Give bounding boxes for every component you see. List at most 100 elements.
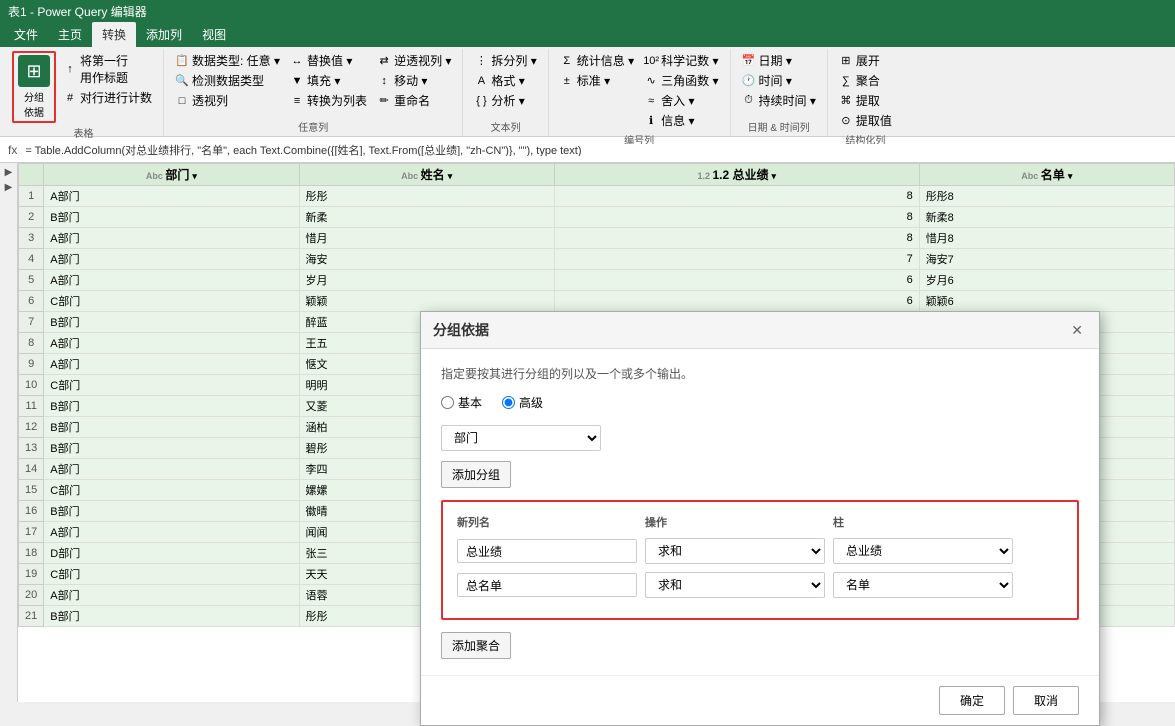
btn-parse[interactable]: { } 分析 ▾	[471, 91, 539, 110]
ribbon-col-datetime: 📅 日期 ▾ 🕐 时间 ▾ ⏱ 持续时间 ▾	[739, 51, 819, 110]
btn-fill[interactable]: ▼ 填充 ▾	[287, 71, 370, 90]
agg-newname-1[interactable]	[457, 539, 637, 563]
tab-transform[interactable]: 转换	[92, 22, 136, 47]
btn-splitcol[interactable]: ⋮ 拆分列 ▾	[471, 51, 539, 70]
agg-col-2[interactable]: 名单	[833, 572, 1013, 598]
btn-rename[interactable]: ✏ 重命名	[374, 91, 454, 110]
btn-trig-label: 三角函数 ▾	[661, 72, 718, 89]
sidebar-arrow-up[interactable]: ▶	[5, 167, 13, 178]
cell-name: 惜月	[299, 228, 554, 249]
btn-rowcount[interactable]: # 对行进行计数	[60, 88, 155, 107]
btn-move[interactable]: ↕ 移动 ▾	[374, 71, 454, 90]
sidebar-arrow-down[interactable]: ▶	[5, 182, 13, 193]
btn-round[interactable]: ≈ 舍入 ▾	[641, 91, 721, 110]
btn-groupby[interactable]: ⊞ 分组依据	[12, 51, 56, 123]
add-group-button[interactable]: 添加分组	[441, 461, 511, 488]
ribbon-col-text: ⋮ 拆分列 ▾ A 格式 ▾ { } 分析 ▾	[471, 51, 539, 110]
cell-name: 彤彤	[299, 186, 554, 207]
ribbon-col-any1: 📋 数据类型: 任意 ▾ 🔍 检测数据类型 □ 透视列	[172, 51, 283, 110]
col-list[interactable]: Abc 名单 ▾	[919, 164, 1174, 186]
cell-score: 6	[554, 270, 919, 291]
table-row: 4A部门海安7海安7	[19, 249, 1175, 270]
groupby-field-select[interactable]: 部门	[441, 425, 601, 451]
btn-parse-label: 分析 ▾	[491, 92, 524, 109]
groupby-field-row: 部门	[441, 425, 1079, 451]
col-filter-name[interactable]: ▾	[448, 171, 453, 181]
radio-basic[interactable]: 基本	[441, 394, 482, 411]
row-num-cell: 21	[19, 606, 44, 627]
btn-standard[interactable]: ± 标准 ▾	[557, 71, 637, 90]
cell-dept: B部门	[44, 312, 299, 333]
agg-op-2[interactable]: 求和	[645, 572, 825, 598]
cell-name: 新柔	[299, 207, 554, 228]
radio-advanced[interactable]: 高级	[502, 394, 543, 411]
tab-addcol[interactable]: 添加列	[136, 22, 192, 47]
datatype-icon: 📋	[175, 54, 189, 68]
btn-info[interactable]: ℹ 信息 ▾	[641, 111, 721, 130]
extract-icon: ⌘	[839, 94, 853, 108]
cell-name: 颖颖	[299, 291, 554, 312]
btn-tolist[interactable]: □ 透视列	[172, 91, 283, 110]
btn-extract[interactable]: ⌘ 提取	[836, 91, 895, 110]
formula-input[interactable]	[25, 144, 1171, 156]
btn-datatype[interactable]: 📋 数据类型: 任意 ▾	[172, 51, 283, 70]
cell-dept: A部门	[44, 459, 299, 480]
btn-scientific-label: 科学记数 ▾	[661, 52, 718, 69]
btn-replace-label: 替换值 ▾	[307, 52, 352, 69]
btn-extractval[interactable]: ⊙ 提取值	[836, 111, 895, 130]
ribbon-group-struct: ⊞ 展开 ∑ 聚合 ⌘ 提取 ⊙ 提取值 结构化列	[828, 49, 903, 136]
agg-col-1[interactable]: 总业绩	[833, 538, 1013, 564]
col-total[interactable]: 1.2 1.2 总业绩 ▾	[554, 164, 919, 186]
agg-op-1[interactable]: 求和	[645, 538, 825, 564]
col-filter-dept[interactable]: ▾	[192, 171, 197, 181]
duration-icon: ⏱	[742, 94, 756, 108]
ribbon-body: ⊞ 分组依据 ↑ 将第一行用作标题 # 对行进行计数 表格 📋 数据	[0, 47, 1175, 137]
btn-trig[interactable]: ∿ 三角函数 ▾	[641, 71, 721, 90]
dialog-close-button[interactable]: ✕	[1067, 322, 1087, 339]
ribbon-group-content-datetime: 📅 日期 ▾ 🕐 时间 ▾ ⏱ 持续时间 ▾	[739, 51, 819, 117]
row-num-cell: 12	[19, 417, 44, 438]
btn-scientific[interactable]: 10² 科学记数 ▾	[641, 51, 721, 70]
row-num-cell: 15	[19, 480, 44, 501]
tab-home[interactable]: 主页	[48, 22, 92, 47]
btn-expand[interactable]: ⊞ 展开	[836, 51, 895, 70]
tab-file[interactable]: 文件	[4, 22, 48, 47]
btn-date[interactable]: 📅 日期 ▾	[739, 51, 819, 70]
btn-detecttype[interactable]: 🔍 检测数据类型	[172, 71, 283, 90]
col-name[interactable]: Abc 姓名 ▾	[299, 164, 554, 186]
agg-newname-2[interactable]	[457, 573, 637, 597]
col-filter-list[interactable]: ▾	[1068, 171, 1073, 181]
btn-replace[interactable]: ↔ 替换值 ▾	[287, 51, 370, 70]
cell-name: 岁月	[299, 270, 554, 291]
btn-move-label: 移动 ▾	[394, 72, 427, 89]
ribbon-group-table: ⊞ 分组依据 ↑ 将第一行用作标题 # 对行进行计数 表格	[4, 49, 164, 136]
unpivot-icon: ⇄	[377, 54, 391, 68]
cell-dept: A部门	[44, 186, 299, 207]
btn-tolisttransform[interactable]: ≡ 转换为列表	[287, 91, 370, 110]
tab-view[interactable]: 视图	[192, 22, 236, 47]
btn-unpivot[interactable]: ⇄ 逆透视列 ▾	[374, 51, 454, 70]
btn-aggregate[interactable]: ∑ 聚合	[836, 71, 895, 90]
btn-tolisttransform-label: 转换为列表	[307, 92, 367, 109]
replace-icon: ↔	[290, 54, 304, 68]
btn-format-label: 格式 ▾	[491, 72, 524, 89]
group-label-table: 表格	[74, 125, 94, 140]
cancel-button[interactable]: 取消	[1013, 686, 1079, 715]
ribbon-group-content-anyrow: 📋 数据类型: 任意 ▾ 🔍 检测数据类型 □ 透视列 ↔ 替换值 ▾	[172, 51, 454, 117]
statistics-icon: Σ	[560, 54, 574, 68]
radio-basic-input[interactable]	[441, 396, 454, 409]
radio-advanced-input[interactable]	[502, 396, 515, 409]
col-dept[interactable]: Abc 部门 ▾	[44, 164, 299, 186]
btn-statistics[interactable]: Σ 统计信息 ▾	[557, 51, 637, 70]
ok-button[interactable]: 确定	[939, 686, 1005, 715]
trig-icon: ∿	[644, 74, 658, 88]
btn-duration[interactable]: ⏱ 持续时间 ▾	[739, 91, 819, 110]
col-filter-total[interactable]: ▾	[772, 171, 777, 181]
btn-format[interactable]: A 格式 ▾	[471, 71, 539, 90]
ribbon-col-num2: 10² 科学记数 ▾ ∿ 三角函数 ▾ ≈ 舍入 ▾ ℹ 信息 ▾	[641, 51, 721, 130]
aggregate-icon: ∑	[839, 74, 853, 88]
btn-firstrow[interactable]: ↑ 将第一行用作标题	[60, 51, 155, 87]
btn-datatype-label: 数据类型: 任意 ▾	[192, 52, 280, 69]
add-agg-button[interactable]: 添加聚合	[441, 632, 511, 659]
btn-time[interactable]: 🕐 时间 ▾	[739, 71, 819, 90]
